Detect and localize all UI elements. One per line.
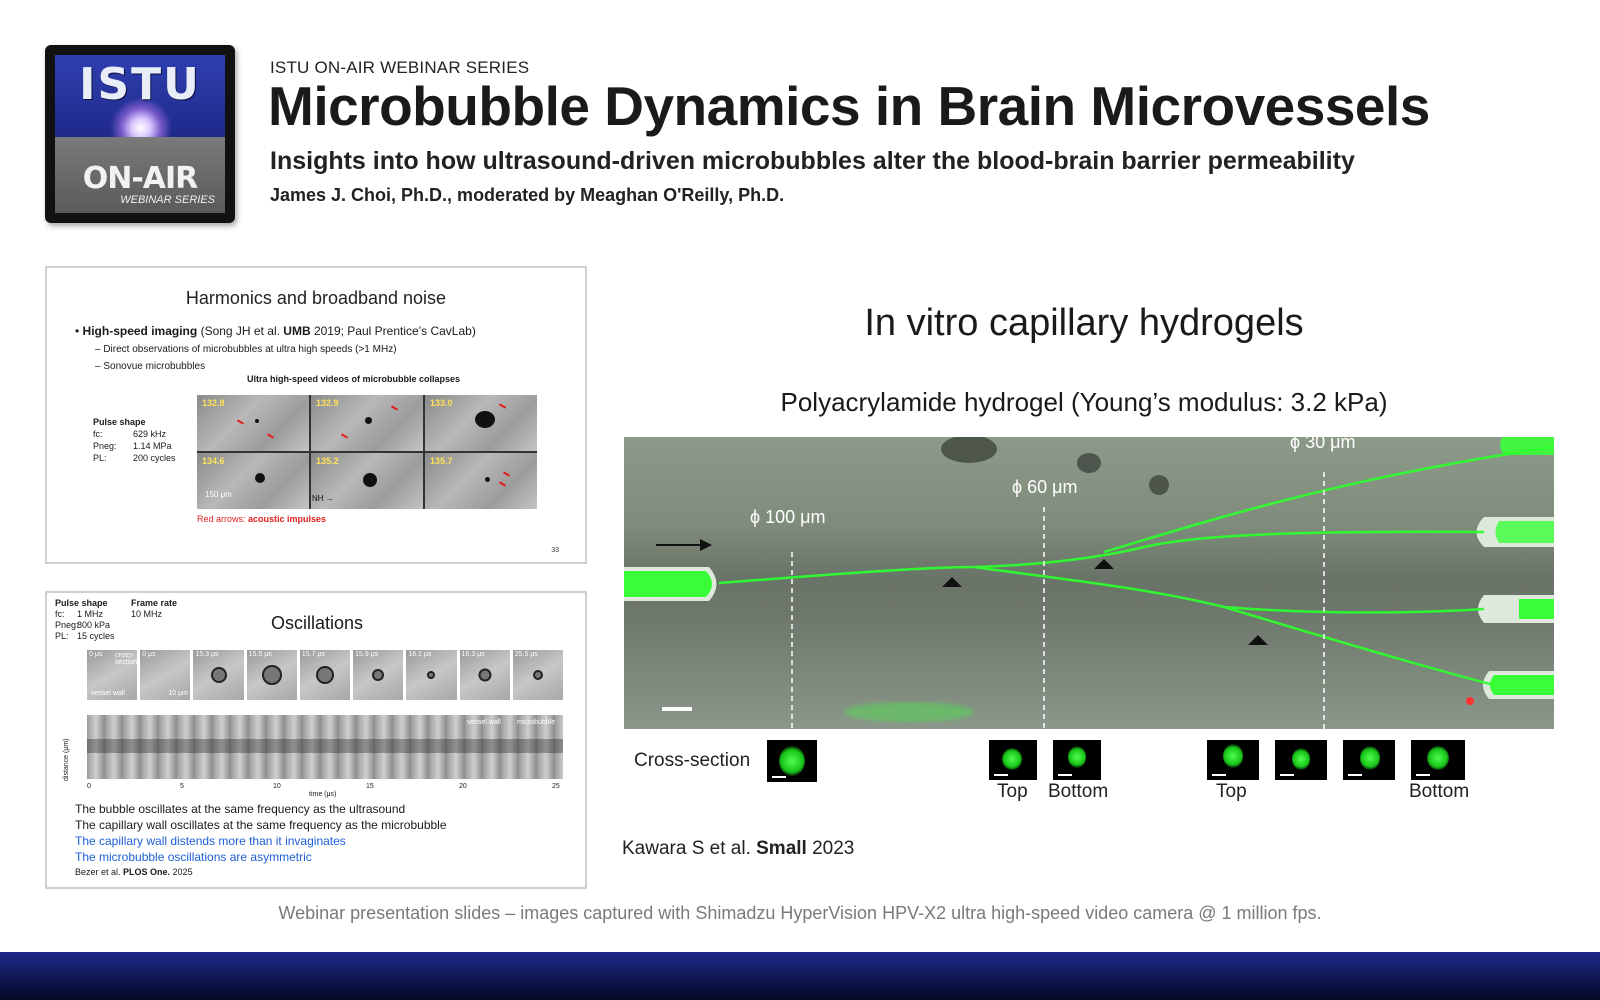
kymo-y-label: distance (μm) xyxy=(63,738,70,781)
collapse-frame: 134.6 xyxy=(197,453,309,509)
istu-on-air-logo: ISTU ON-AIR WEBINAR SERIES xyxy=(45,45,235,223)
hydrogel-micrograph: ϕ 100 μm ϕ 60 μm ϕ 30 μm xyxy=(624,437,1554,729)
logo-on-air-text: ON-AIR xyxy=(82,161,199,196)
top-label: Top xyxy=(997,781,1028,802)
oscillation-frame: 15.9 μs xyxy=(353,650,404,700)
slide-heading: Oscillations xyxy=(270,613,364,633)
footer-bar xyxy=(0,952,1600,1000)
kymo-vessel-wall-label: vessel wall xyxy=(467,719,501,726)
frame-timestamp: 132.9 xyxy=(316,398,339,408)
pulse-row: Pneg:800 kPa xyxy=(55,620,111,630)
cross-section-thumb xyxy=(1275,740,1327,780)
cross-section-thumb xyxy=(767,740,817,782)
page-title: Microbubble Dynamics in Brain Microvesse… xyxy=(268,75,1430,137)
slide-oscillations: Pulse shape fc: 1 MHz Pneg:800 kPa PL: 15 … xyxy=(45,591,587,889)
oscillation-frame: 0 μs cross-section vessel wall xyxy=(87,650,138,700)
frame-timestamp: 132.8 xyxy=(202,398,225,408)
oscillation-frame: 15.3 μs xyxy=(193,650,244,700)
pulse-shape: Pulse shape fc: 1 MHz Pneg:800 kPa PL: 15 … xyxy=(55,598,115,642)
diameter-100-label: ϕ 100 μm xyxy=(750,507,826,527)
slide-heading: Harmonics and broadband noise xyxy=(185,288,447,308)
pulse-row: fc: 1 MHz xyxy=(55,609,104,619)
oscillation-frame: 15.5 μs xyxy=(246,650,297,700)
frame-timestamp: 134.6 xyxy=(202,456,225,466)
top-label: Top xyxy=(1216,781,1247,802)
logo-webinar-text: WEBINAR SERIES xyxy=(120,194,215,206)
collapse-frame-grid: 132.8 132.9 133.0 134.6 135.2 135.7 xyxy=(197,395,537,509)
oscillation-frames: 0 μs cross-section vessel wall 0 μs 10 μm 1… xyxy=(87,650,563,700)
bottom-label: Bottom xyxy=(1409,781,1470,802)
finding-line: The capillary wall oscillates at the sam… xyxy=(75,818,447,832)
frame-timestamp: 135.7 xyxy=(430,456,453,466)
bullet-bold: High-speed imaging xyxy=(82,324,198,338)
bullet-text: (Song JH et al. xyxy=(197,324,284,338)
finding-line-blue: The microbubble oscillations are asymmet… xyxy=(75,850,312,864)
oscillation-frame: 15.7 μs xyxy=(299,650,351,700)
finding-line-blue: The capillary wall distends more than it… xyxy=(75,834,346,848)
cross-section-thumb xyxy=(1343,740,1395,780)
page-subtitle: Insights into how ultrasound-driven micr… xyxy=(270,147,1355,175)
sub-bullet-1: – Direct observations of microbubbles at… xyxy=(95,344,397,355)
diameter-60-label: ϕ 60 μm xyxy=(1012,477,1078,497)
red-arrows-note: Red arrows: acoustic impulses xyxy=(197,514,327,524)
right-panel-citation: Kawara S et al. Small 2023 xyxy=(622,838,855,859)
oscillation-frame: 25.5 μs xyxy=(512,650,563,700)
slide-page-number: 33 xyxy=(551,547,559,554)
slide-citation: Bezer et al. PLOS One. 2025 xyxy=(75,867,193,877)
oscillation-frame: 16.1 μs xyxy=(406,650,457,700)
kymograph-band xyxy=(87,739,563,753)
frame-timestamp: 135.2 xyxy=(316,456,339,466)
bullet-text-2: 2019; Paul Prentice’s CavLab) xyxy=(310,324,476,338)
video-title: Ultra high-speed videos of microbubble c… xyxy=(247,374,461,384)
collapse-frame: 132.9 xyxy=(311,395,423,451)
pulse-row: fc: 629 kHz xyxy=(93,429,167,439)
pulse-title: Pulse shape xyxy=(55,598,108,608)
bottom-label: Bottom xyxy=(1048,781,1109,802)
x-tick: 15 xyxy=(366,783,374,790)
bullet-high-speed-imaging: • High-speed imaging (Song JH et al. UMB… xyxy=(75,324,476,338)
right-panel-title: In vitro capillary hydrogels xyxy=(864,302,1304,344)
x-tick: 10 xyxy=(273,783,281,790)
pulse-title: Pulse shape xyxy=(93,417,146,427)
right-panel-subtitle: Polyacrylamide hydrogel (Young’s modulus… xyxy=(780,387,1388,417)
cross-section-label: Cross-section xyxy=(634,750,751,771)
authors-line: James J. Choi, Ph.D., moderated by Meagh… xyxy=(270,185,785,205)
cross-section-thumb xyxy=(989,740,1037,780)
scale-bar-label: 150 μm xyxy=(205,490,232,499)
x-tick: 5 xyxy=(180,783,184,790)
pulse-row: Pneg: 1.14 MPa xyxy=(93,441,172,451)
pulse-row: PL: 15 cycles xyxy=(55,631,115,641)
frame-timestamp: 133.0 xyxy=(430,398,453,408)
logo-istu-text: ISTU xyxy=(79,59,201,110)
pulse-shape: Pulse shape fc: 629 kHz Pneg: 1.14 MPa PL:… xyxy=(93,416,176,464)
bullet-journal: UMB xyxy=(283,324,311,338)
nh-label: NH → xyxy=(312,494,334,503)
cross-section-thumb xyxy=(1207,740,1259,780)
kymo-x-label: time (μs) xyxy=(309,791,337,798)
cross-section-thumb xyxy=(1053,740,1101,780)
frame-rate: Frame rate 10 MHz xyxy=(131,598,178,619)
collapse-frame: 133.0 xyxy=(425,395,537,451)
collapse-frame: 132.8 xyxy=(197,395,309,451)
collapse-frame: 135.7 xyxy=(425,453,537,509)
hydrogel-drawing xyxy=(624,437,1554,729)
oscillation-frame: 0 μs 10 μm xyxy=(140,650,191,700)
oscillation-frame: 16.3 μs xyxy=(459,650,510,700)
x-tick: 25 xyxy=(552,783,560,790)
x-tick: 20 xyxy=(459,783,467,790)
pulse-row: PL: 200 cycles xyxy=(93,453,176,463)
kymo-microbubble-label: microbubble xyxy=(517,719,556,726)
kymograph: vessel wall microbubble xyxy=(87,715,563,779)
diameter-30-label: ϕ 30 μm xyxy=(1290,437,1356,452)
sub-bullet-2: – Sonovue microbubbles xyxy=(95,361,206,372)
x-tick: 0 xyxy=(87,783,91,790)
finding-line: The bubble oscillates at the same freque… xyxy=(75,802,406,816)
slide-harmonics: Harmonics and broadband noise • High-spe… xyxy=(45,266,587,564)
page-caption: Webinar presentation slides – images cap… xyxy=(278,903,1322,923)
cross-section-thumb xyxy=(1411,740,1465,780)
